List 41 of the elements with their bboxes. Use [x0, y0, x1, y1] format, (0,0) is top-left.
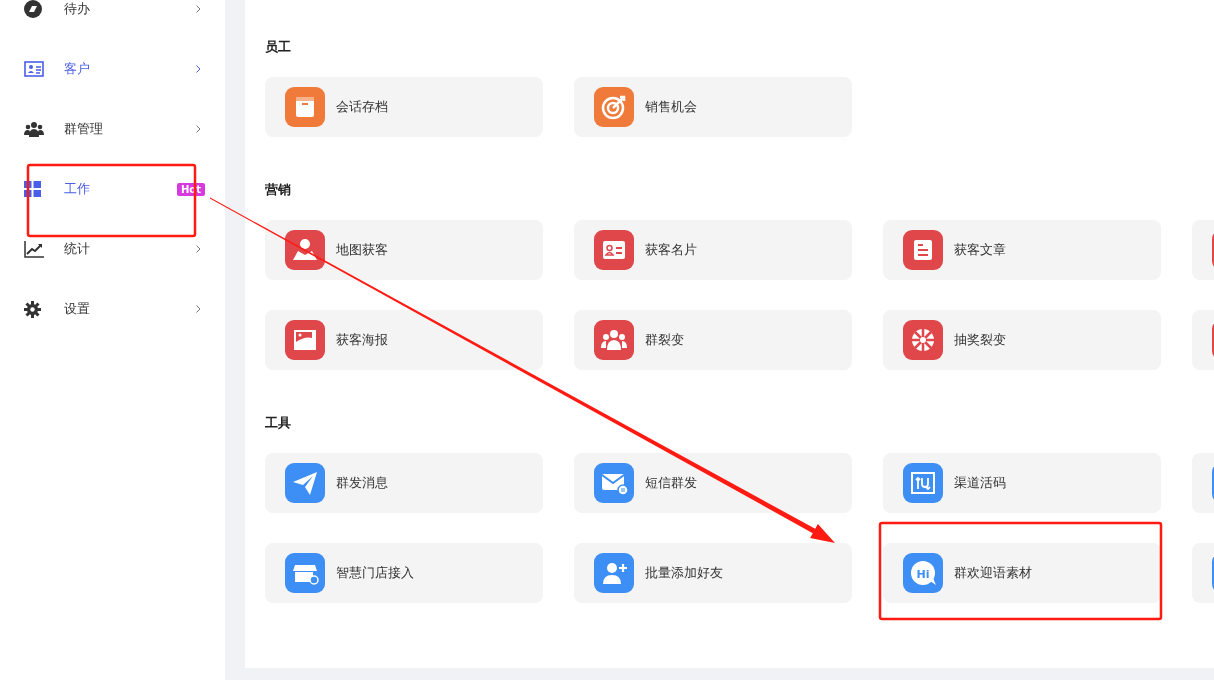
feature-card[interactable]: 批量添加好友	[574, 543, 852, 603]
hi-icon: Hi	[903, 553, 943, 593]
target-icon	[594, 87, 634, 127]
article-icon	[903, 230, 943, 270]
sidebar-item[interactable]: 客户	[0, 39, 225, 99]
archive-icon	[285, 87, 325, 127]
feature-card[interactable]: 抽奖裂变	[883, 310, 1161, 370]
sidebar-item[interactable]: 待办	[0, 0, 225, 39]
feature-card[interactable]: 短信群发	[574, 453, 852, 513]
feature-card[interactable]: 获客名片	[574, 220, 852, 280]
feature-card[interactable]: 获客文章	[883, 220, 1161, 280]
group-icon	[24, 121, 44, 137]
feature-card[interactable]: 获客海报	[265, 310, 543, 370]
sidebar-item[interactable]: 设置	[0, 279, 225, 339]
feature-card[interactable]: 渠道活码	[883, 453, 1161, 513]
chart-line-icon	[24, 240, 44, 258]
grid-icon	[24, 181, 41, 197]
send-icon	[285, 463, 325, 503]
sidebar-item[interactable]: 群管理	[0, 99, 225, 159]
id-card-icon	[24, 61, 44, 77]
livecode-icon	[903, 463, 943, 503]
feature-card[interactable]: 地图获客	[265, 220, 543, 280]
feature-card[interactable]: 会话存档	[265, 77, 543, 137]
poster-icon	[285, 320, 325, 360]
map-icon	[285, 230, 325, 270]
people-icon	[594, 320, 634, 360]
mail-icon	[594, 463, 634, 503]
namecard-icon	[594, 230, 634, 270]
section-title: 员工	[265, 38, 292, 56]
feature-card[interactable]: 销售机会	[574, 77, 852, 137]
feature-card[interactable]: 群发消息	[265, 453, 543, 513]
store-icon	[285, 553, 325, 593]
sidebar-item[interactable]: 统计	[0, 219, 225, 279]
settings-icon	[24, 300, 41, 318]
section-title: 营销	[265, 181, 292, 199]
feature-card[interactable]: 智慧门店接入	[265, 543, 543, 603]
section-title: 工具	[265, 414, 292, 432]
feature-card[interactable]: 群裂变	[574, 310, 852, 370]
wheel-icon	[903, 320, 943, 360]
adduser-icon	[594, 553, 634, 593]
feature-card[interactable]: Hi 群欢迎语素材	[883, 543, 1161, 603]
